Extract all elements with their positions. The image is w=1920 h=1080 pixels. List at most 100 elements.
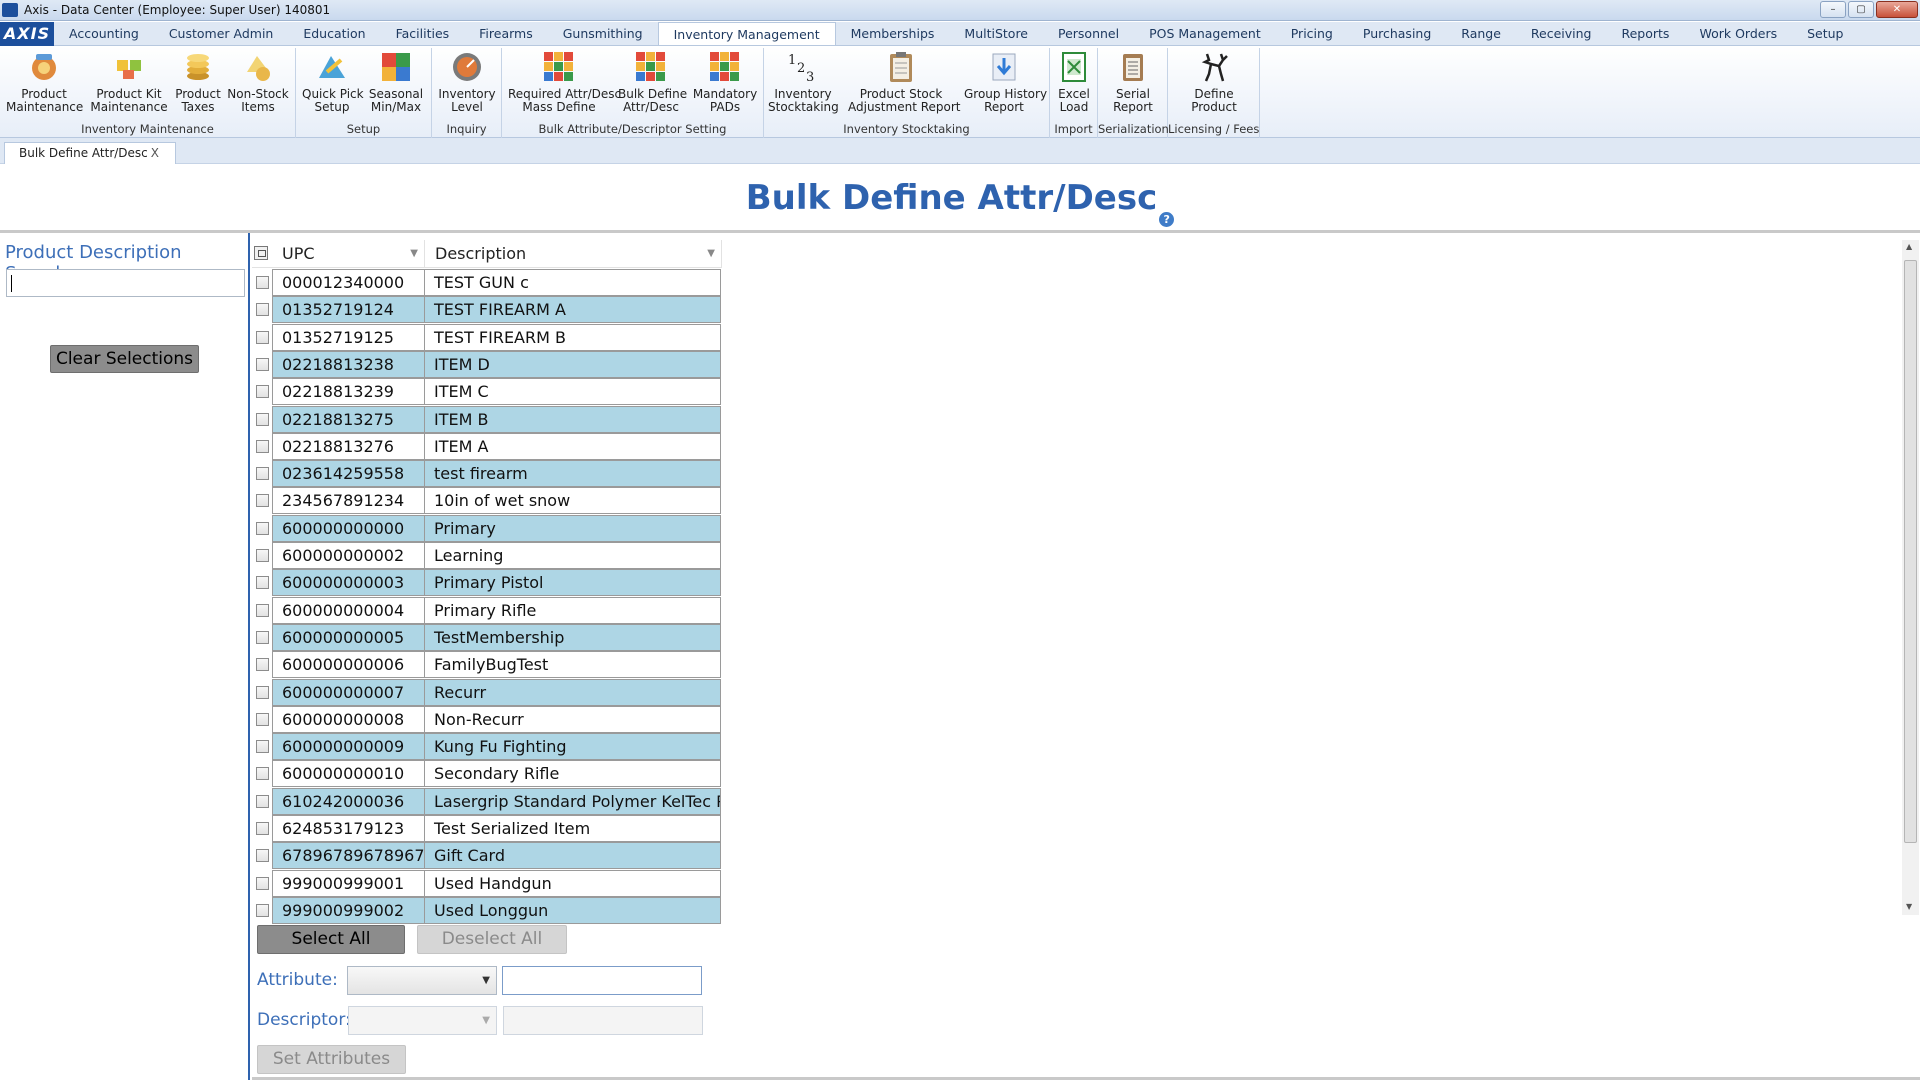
row-checkbox[interactable] <box>256 822 269 835</box>
row-checkbox[interactable] <box>256 576 269 590</box>
table-row[interactable]: 600000000002 Learning <box>252 542 722 569</box>
product-stock-adjustment-report-button[interactable]: Product Stock Adjustment Report <box>848 50 961 114</box>
table-row[interactable]: 600000000003 Primary Pistol <box>252 569 722 597</box>
row-checkbox[interactable] <box>256 467 269 481</box>
row-checkbox[interactable] <box>256 276 269 289</box>
table-row[interactable]: 600000000005 TestMembership <box>252 623 722 651</box>
column-chooser-icon[interactable] <box>254 246 268 260</box>
menu-tab-work-orders[interactable]: Work Orders <box>1684 22 1792 45</box>
filter-icon[interactable]: ▼ <box>707 240 715 268</box>
serial-report-button[interactable]: Serial Report <box>1110 50 1156 114</box>
table-row[interactable]: 999000999001 Used Handgun <box>252 869 722 897</box>
menu-tab-reports[interactable]: Reports <box>1606 22 1684 45</box>
menu-tab-pricing[interactable]: Pricing <box>1276 22 1348 45</box>
row-checkbox[interactable] <box>256 740 269 754</box>
row-checkbox[interactable] <box>256 767 269 781</box>
menu-tab-education[interactable]: Education <box>288 22 380 45</box>
row-checkbox[interactable] <box>256 630 269 644</box>
set-attributes-button[interactable]: Set Attributes <box>257 1045 406 1074</box>
clear-selections-button[interactable]: Clear Selections <box>50 345 199 373</box>
table-row[interactable]: 01352719124 TEST FIREARM A <box>252 296 722 324</box>
table-row[interactable]: 023614259558 test firearm <box>252 460 722 488</box>
table-row[interactable]: 02218813275 ITEM B <box>252 405 722 433</box>
menu-tab-range[interactable]: Range <box>1446 22 1516 45</box>
table-row[interactable]: 624853179123 Test Serialized Item <box>252 815 722 842</box>
descriptor-select[interactable]: ▼ <box>348 1006 497 1035</box>
filter-icon[interactable]: ▼ <box>410 240 418 268</box>
menu-tab-multistore[interactable]: MultiStore <box>949 22 1043 45</box>
menu-tab-receiving[interactable]: Receiving <box>1516 22 1607 45</box>
table-row[interactable]: 02218813238 ITEM D <box>252 350 722 378</box>
scroll-down-icon[interactable]: ▼ <box>1906 902 1912 911</box>
attribute-value-input[interactable] <box>502 966 702 995</box>
product-description-search-input[interactable] <box>6 269 245 297</box>
close-window-button[interactable]: ✕ <box>1876 1 1918 18</box>
row-checkbox[interactable] <box>256 876 269 890</box>
menu-tab-memberships[interactable]: Memberships <box>836 22 950 45</box>
inventory-stocktaking-button[interactable]: 123 Inventory Stocktaking <box>768 50 839 114</box>
table-row[interactable]: 01352719125 TEST FIREARM B <box>252 323 722 351</box>
menu-tab-firearms[interactable]: Firearms <box>464 22 548 45</box>
scroll-up-icon[interactable]: ▲ <box>1906 242 1912 251</box>
grid-vertical-scrollbar[interactable]: ▲ ▼ <box>1902 240 1919 915</box>
table-row[interactable]: 02218813276 ITEM A <box>252 432 722 460</box>
descriptor-value-input[interactable] <box>503 1006 703 1035</box>
minimize-button[interactable]: – <box>1820 1 1846 18</box>
mandatory-pads-button[interactable]: Mandatory PADs <box>692 50 758 114</box>
row-checkbox[interactable] <box>256 357 269 371</box>
row-checkbox[interactable] <box>256 658 269 672</box>
table-row[interactable]: 600000000004 Primary Rifle <box>252 596 722 624</box>
table-row[interactable]: 000012340000 TEST GUN c <box>252 269 722 296</box>
deselect-all-button[interactable]: Deselect All <box>417 925 567 954</box>
column-header-description[interactable]: Description ▼ <box>425 240 722 268</box>
product-taxes-button[interactable]: Product Taxes <box>174 50 222 114</box>
bulk-define-attr-desc-button[interactable]: Bulk Define Attr/Desc <box>618 50 687 114</box>
row-checkbox[interactable] <box>256 712 269 726</box>
help-icon[interactable]: ? <box>1159 212 1175 227</box>
table-row[interactable]: 600000000007 Recurr <box>252 678 722 706</box>
inventory-level-button[interactable]: Inventory Level <box>436 50 498 114</box>
doc-tab-close-icon[interactable]: X <box>151 143 159 163</box>
attribute-select[interactable]: ▼ <box>347 966 497 995</box>
scrollbar-thumb[interactable] <box>1904 260 1917 843</box>
menu-tab-facilities[interactable]: Facilities <box>381 22 465 45</box>
table-row[interactable]: 610242000036 Lasergrip Standard Polymer K… <box>252 787 722 815</box>
table-row[interactable]: 600000000009 Kung Fu Fighting <box>252 733 722 761</box>
menu-tab-inventory-management[interactable]: Inventory Management <box>657 22 836 45</box>
menu-tab-pos-management[interactable]: POS Management <box>1134 22 1276 45</box>
table-row[interactable]: 234567891234 10in of wet snow <box>252 487 722 515</box>
table-row[interactable]: 02218813239 ITEM C <box>252 378 722 406</box>
row-checkbox[interactable] <box>256 330 269 344</box>
table-row[interactable]: 600000000000 Primary <box>252 514 722 542</box>
column-header-upc[interactable]: UPC ▼ <box>272 240 425 268</box>
product-maintenance-button[interactable]: Product Maintenance <box>6 50 83 114</box>
table-row[interactable]: 999000999002 Used Longgun <box>252 896 722 924</box>
product-kit-maintenance-button[interactable]: Product Kit Maintenance <box>90 50 168 114</box>
row-checkbox[interactable] <box>256 439 269 453</box>
select-all-button[interactable]: Select All <box>257 925 405 954</box>
row-checkbox[interactable] <box>256 603 269 617</box>
table-row[interactable]: 600000000006 FamilyBugTest <box>252 651 722 679</box>
row-checkbox[interactable] <box>256 385 269 399</box>
row-checkbox[interactable] <box>256 303 269 317</box>
row-checkbox[interactable] <box>256 549 269 562</box>
menu-tab-purchasing[interactable]: Purchasing <box>1348 22 1446 45</box>
non-stock-items-button[interactable]: Non-Stock Items <box>226 50 290 114</box>
menu-tab-personnel[interactable]: Personnel <box>1043 22 1134 45</box>
group-history-report-button[interactable]: Group History Report <box>964 50 1047 114</box>
row-checkbox[interactable] <box>256 903 269 917</box>
row-checkbox[interactable] <box>256 494 269 508</box>
required-attr-desc-mass-define-button[interactable]: Required Attr/Desc Mass Define <box>508 50 621 114</box>
menu-tab-gunsmithing[interactable]: Gunsmithing <box>548 22 658 45</box>
define-product-button[interactable]: Define Product <box>1188 50 1240 114</box>
doc-tab-bulk-define[interactable]: Bulk Define Attr/Desc X <box>4 142 176 164</box>
excel-load-button[interactable]: Excel Load <box>1054 50 1094 114</box>
menu-tab-setup[interactable]: Setup <box>1792 22 1858 45</box>
row-checkbox[interactable] <box>256 521 269 535</box>
table-row[interactable]: 6789678967896789Gift Card <box>252 842 722 870</box>
menu-tab-accounting[interactable]: Accounting <box>54 22 154 45</box>
row-checkbox[interactable] <box>256 794 269 808</box>
seasonal-min-max-button[interactable]: Seasonal Min/Max <box>366 50 426 114</box>
maximize-button[interactable]: ▢ <box>1848 1 1874 18</box>
row-checkbox[interactable] <box>256 849 269 863</box>
